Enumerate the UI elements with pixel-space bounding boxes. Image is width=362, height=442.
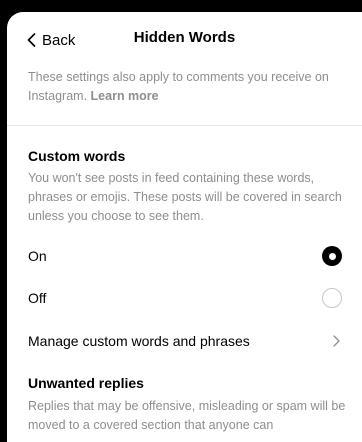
learn-more-link[interactable]: Learn more bbox=[91, 89, 159, 103]
radio-on-selected[interactable] bbox=[322, 246, 342, 266]
section-divider bbox=[7, 125, 362, 126]
manage-custom-words-row[interactable]: Manage custom words and phrases bbox=[7, 321, 362, 361]
unwanted-replies-title: Unwanted replies bbox=[28, 375, 144, 391]
manage-custom-words-label: Manage custom words and phrases bbox=[28, 333, 250, 349]
page-title: Hidden Words bbox=[133, 29, 236, 46]
header: Back Hidden Words bbox=[7, 12, 362, 64]
radio-off[interactable] bbox=[322, 288, 342, 308]
settings-notice: These settings also apply to comments yo… bbox=[28, 68, 348, 106]
custom-words-description: You won't see posts in feed containing t… bbox=[28, 171, 342, 223]
chevron-right-icon bbox=[333, 335, 340, 347]
hidden-words-sheet: Back Hidden Words These settings also ap… bbox=[7, 12, 362, 442]
unwanted-replies-description: Replies that may be offensive, misleadin… bbox=[28, 399, 346, 432]
option-on-label: On bbox=[28, 248, 47, 264]
custom-words-option-off[interactable]: Off bbox=[7, 278, 362, 318]
notice-text: These settings also apply to comments yo… bbox=[28, 70, 329, 103]
option-off-label: Off bbox=[28, 290, 47, 306]
custom-words-title: Custom words bbox=[28, 148, 126, 164]
custom-words-option-on[interactable]: On bbox=[7, 236, 362, 276]
